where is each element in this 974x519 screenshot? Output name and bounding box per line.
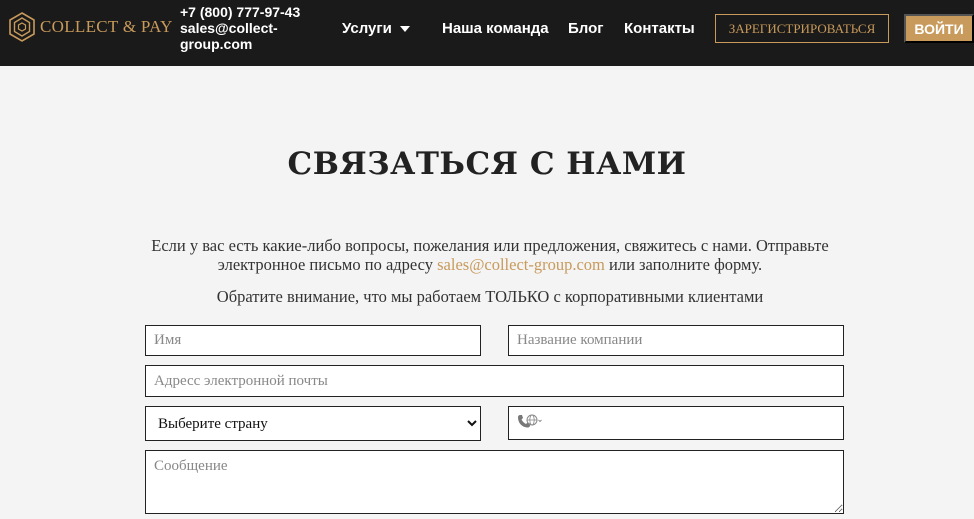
nav-services-label: Услуги [342,20,392,37]
intro-text-part2: или заполните форму. [604,255,763,274]
email-input[interactable] [145,365,844,397]
phone-globe-icon [518,414,542,428]
page-title: СВЯЗАТЬСЯ С НАМИ [287,146,687,182]
login-button[interactable]: ВОЙТИ [904,14,974,43]
site-header: COLLECT & PAY +7 (800) 777-97-43 sales@c… [0,0,974,66]
country-select[interactable]: Выберите страну [145,406,481,441]
name-input[interactable] [145,325,481,356]
intro-email-link[interactable]: sales@collect-group.com [437,255,605,274]
hexagon-logo-icon [9,12,35,42]
header-phone-link[interactable]: +7 (800) 777-97-43 [180,4,300,20]
header-email-link-line1[interactable]: sales@collect- [180,20,300,36]
nav-services[interactable]: Услуги [342,20,410,37]
header-contacts: +7 (800) 777-97-43 sales@collect- group.… [180,4,300,52]
nav-blog[interactable]: Блог [568,20,604,37]
corporate-notice: Обратите внимание, что мы работаем ТОЛЬК… [216,287,764,306]
nav-team[interactable]: Наша команда [442,20,549,37]
nav-contacts[interactable]: Контакты [624,20,695,37]
company-input[interactable] [508,325,844,356]
phone-country-picker[interactable] [516,414,542,430]
logo-link[interactable]: COLLECT & PAY [8,12,173,42]
register-button[interactable]: ЗАРЕГИСТРИРОВАТЬСЯ [715,14,889,43]
header-email-link-line2[interactable]: group.com [180,36,300,52]
intro-text: Если у вас есть какие-либо вопросы, поже… [140,236,840,274]
phone-input[interactable] [508,406,844,440]
message-textarea[interactable] [145,450,844,514]
chevron-down-icon [399,25,410,32]
logo-text: COLLECT & PAY [40,17,173,36]
